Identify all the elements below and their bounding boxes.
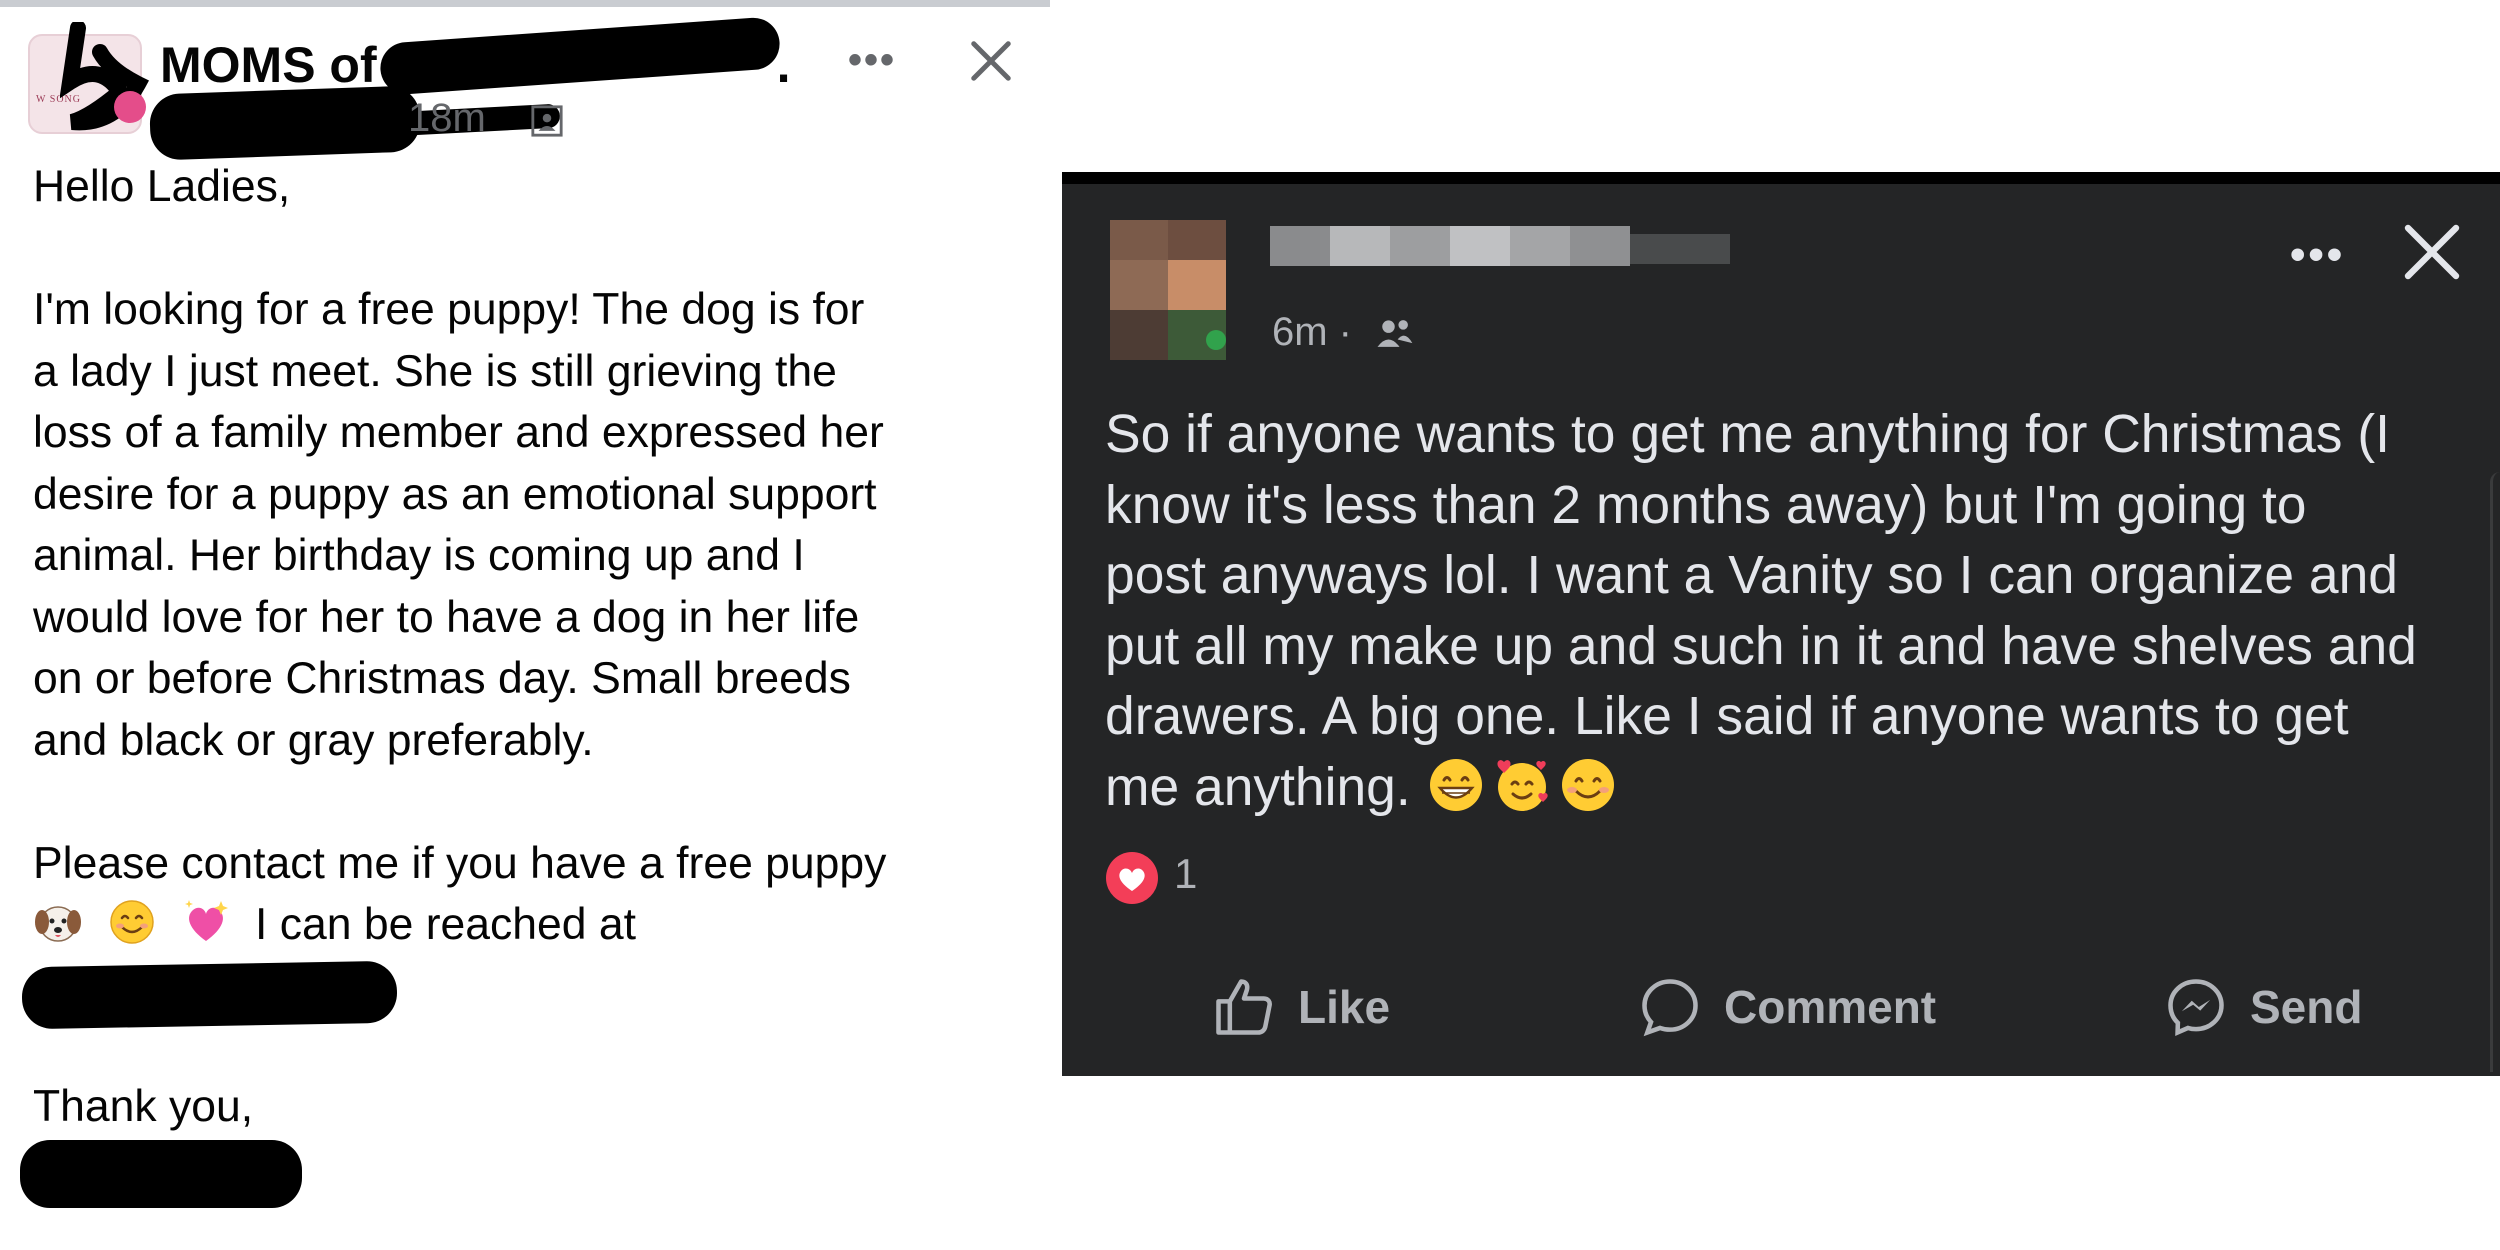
- post-line: [33, 218, 886, 280]
- author-avatar-pixelated[interactable]: [1110, 220, 1226, 370]
- post-line: So if anyone wants to get me anything fo…: [1105, 405, 2390, 464]
- more-options-icon[interactable]: •••: [2290, 230, 2345, 280]
- top-scroll-strip: [0, 0, 1050, 7]
- post-line: a lady I just meet. She is still grievin…: [33, 346, 837, 396]
- reaction-count[interactable]: 1: [1174, 850, 1197, 898]
- post-time[interactable]: 18m: [408, 96, 486, 141]
- post-line-with-emojis: I can be reached at: [33, 894, 886, 956]
- post-body: So if anyone wants to get me anything fo…: [1105, 400, 2417, 823]
- comment-bubble-icon: [1642, 979, 1698, 1037]
- grinning-face-icon: [1429, 758, 1482, 811]
- post-line: desire for a puppy as an emotional suppo…: [33, 469, 877, 519]
- post-line-with-emojis: me anything.: [1105, 753, 2417, 824]
- like-button[interactable]: Like: [1210, 972, 1390, 1042]
- post-line: on or before Christmas day. Small breeds: [33, 654, 851, 703]
- more-options-icon[interactable]: •••: [848, 38, 896, 83]
- smiling-face-with-hearts-icon: [1497, 759, 1548, 811]
- messenger-icon: [2168, 979, 2224, 1036]
- thank-you: Thank you,: [33, 1082, 254, 1131]
- post-line: put all my make up and such in it and ha…: [1105, 616, 2417, 676]
- love-reaction-icon[interactable]: [1104, 850, 1160, 906]
- avatar-scribble-redaction: [60, 22, 150, 131]
- send-button[interactable]: Send: [2162, 972, 2362, 1042]
- post-line: [33, 771, 886, 833]
- friends-audience-icon: [1377, 320, 1413, 347]
- post-line: know it's less than 2 months away) but I…: [1105, 475, 2307, 535]
- left-post-screenshot: W SONG MOMS of. 18m ••• Hello Ladies, I'…: [0, 0, 1050, 1250]
- last-line: me anything.: [1105, 757, 1411, 817]
- thumbs-up-icon: [1216, 979, 1272, 1035]
- comment-label: Comment: [1724, 981, 1937, 1033]
- send-label: Send: [2250, 981, 2363, 1033]
- author-name-pixelated[interactable]: [1270, 220, 1750, 300]
- scrollbar-edge[interactable]: [2490, 472, 2500, 1072]
- author-name-redaction: [148, 85, 422, 161]
- reach-line: I can be reached at: [255, 900, 636, 949]
- post-line: and black or gray preferably.: [33, 715, 594, 765]
- like-label: Like: [1298, 981, 1391, 1033]
- close-icon[interactable]: [2400, 220, 2464, 284]
- post-line: animal. Her birthday is coming up and I: [33, 531, 805, 580]
- post-line: drawers. A big one. Like I said if anyon…: [1105, 687, 2349, 746]
- post-line: would love for her to have a dog in her …: [33, 592, 860, 642]
- right-post-screenshot: 6m · ••• So if anyone wants to get me an…: [1062, 172, 2500, 1076]
- post-line: loss of a family member and expressed he…: [33, 408, 884, 457]
- comment-button[interactable]: Comment: [1636, 972, 1936, 1042]
- close-icon[interactable]: [968, 38, 1014, 84]
- members-icon: [531, 105, 563, 137]
- post-time[interactable]: 6m ·: [1272, 310, 1352, 355]
- post-line: Please contact me if you have a free pup…: [33, 838, 887, 888]
- smiling-face-icon: [110, 900, 154, 944]
- smiling-face-icon: [1561, 758, 1614, 811]
- post-body: Hello Ladies, I'm looking for a free pup…: [33, 156, 886, 956]
- post-line: Hello Ladies,: [33, 162, 291, 211]
- post-line: I'm looking for a free puppy! The dog is…: [33, 285, 865, 334]
- post-line: post anyways lol. I want a Vanity so I c…: [1105, 546, 2398, 605]
- sparkling-heart-icon: [185, 900, 228, 941]
- phone-number-redaction: [21, 960, 398, 1030]
- signature-redaction: [20, 1140, 302, 1208]
- dog-face-icon: [35, 906, 81, 942]
- dark-top-bar: [1062, 172, 2500, 184]
